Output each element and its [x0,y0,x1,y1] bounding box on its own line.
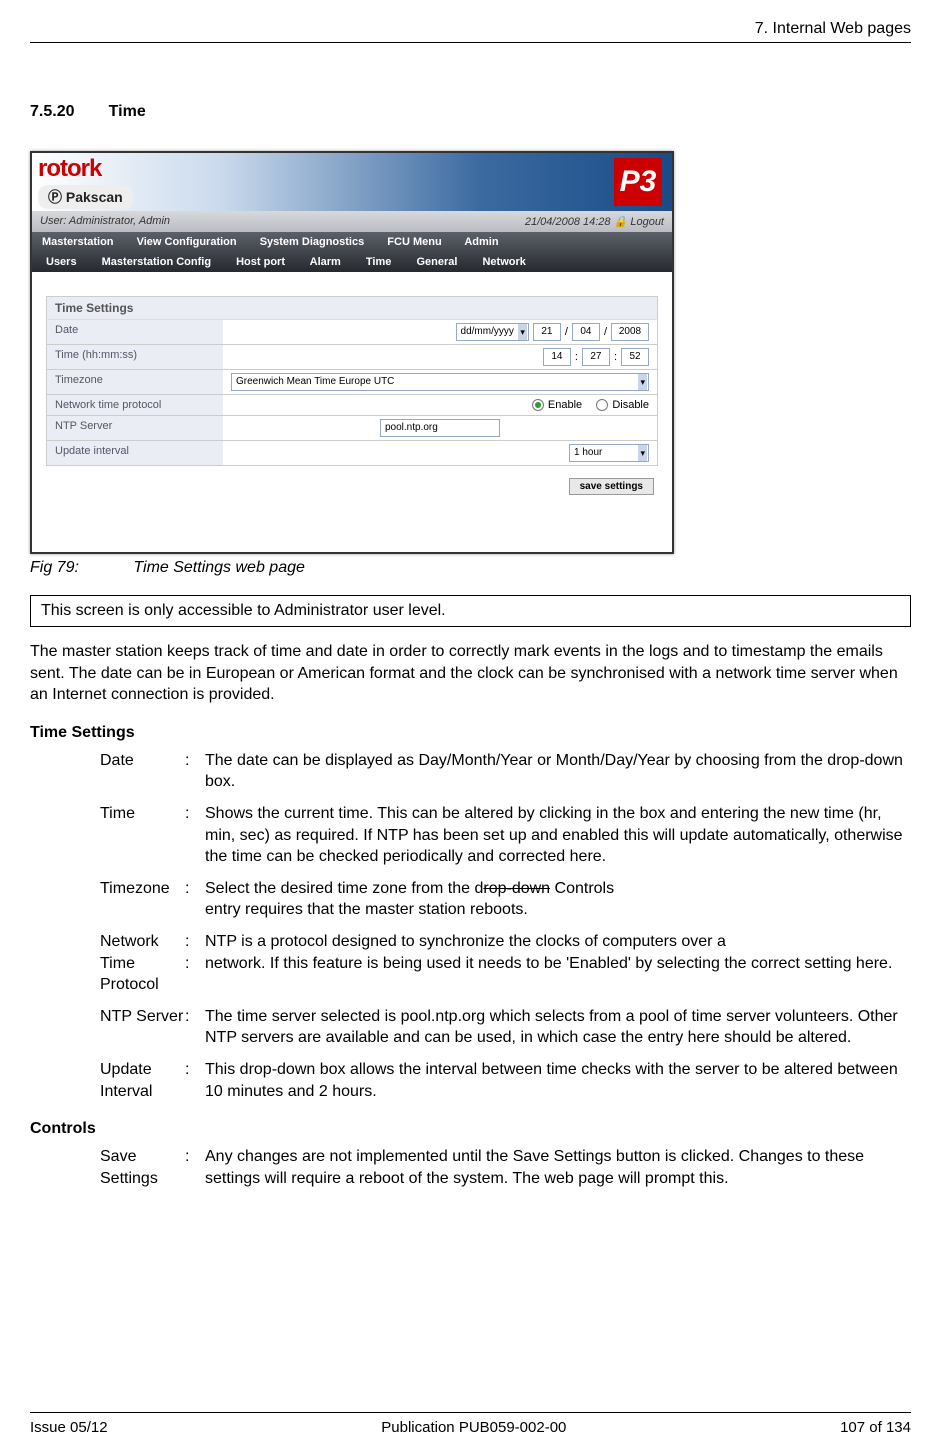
menu-item[interactable]: System Diagnostics [260,236,365,248]
main-menu: Masterstation View Configuration System … [32,232,672,252]
sub-menu: Users Masterstation Config Host port Ala… [32,252,672,272]
time-min[interactable]: 27 [582,348,610,366]
ntp-enable-radio[interactable] [532,399,544,411]
term-timezone: Timezone [30,878,185,900]
update-interval-select[interactable]: 1 hour [569,444,649,462]
panel-body: Time Settings Date dd/mm/yyyy 21 / 04 / … [32,272,672,552]
submenu-item[interactable]: Alarm [310,256,341,268]
user-info: User: Administrator, Admin [40,215,170,228]
banner: rotork Ⓟ Pakscan P3 [32,153,672,211]
submenu-item[interactable]: Network [482,256,525,268]
save-settings-button[interactable]: save settings [569,478,654,495]
date-month[interactable]: 04 [572,323,600,341]
term-ntp: Network TimeProtocol [30,931,185,996]
footer-right: 107 of 134 [840,1419,911,1436]
timezone-select[interactable]: Greenwich Mean Time Europe UTC [231,373,649,391]
term-update: Update Interval [30,1059,185,1102]
ntp-server-input[interactable]: pool.ntp.org [380,419,500,437]
date-format-select[interactable]: dd/mm/yyyy [456,323,529,341]
figure-caption: Fig 79: Time Settings web page [30,559,911,577]
row-label-tz: Timezone [47,370,223,394]
logo-rotork: rotork [38,155,133,183]
figure-number: Fig 79: [30,559,79,576]
submenu-item[interactable]: Users [46,256,77,268]
term-date: Date [30,750,185,772]
user-bar: User: Administrator, Admin 21/04/2008 14… [32,211,672,232]
row-label-ntp: Network time protocol [47,395,223,415]
ntp-enable-label: Enable [548,399,582,411]
ntp-disable-radio[interactable] [596,399,608,411]
figure-text: Time Settings web page [133,559,305,576]
term-time: Time [30,803,185,825]
term-ntpserver: NTP Server [30,1006,185,1028]
note-box: This screen is only accessible to Admini… [30,595,911,627]
menu-item[interactable]: Admin [464,236,498,248]
section-title: Time [109,103,146,120]
ntp-disable-label: Disable [612,399,649,411]
desc-ntpserver: The time server selected is pool.ntp.org… [205,1006,911,1049]
desc-ntp: NTP is a protocol designed to synchroniz… [205,931,911,974]
footer-left: Issue 05/12 [30,1419,108,1436]
submenu-item[interactable]: Time [366,256,391,268]
section-number: 7.5.20 [30,103,74,120]
date-day[interactable]: 21 [533,323,561,341]
row-label-date: Date [47,320,223,344]
desc-save: Any changes are not implemented until th… [205,1146,911,1189]
date-year[interactable]: 2008 [611,323,649,341]
logo-pakscan: Ⓟ Pakscan [38,185,133,209]
intro-paragraph: The master station keeps track of time a… [30,641,911,706]
desc-update: This drop-down box allows the interval b… [205,1059,911,1102]
screenshot-figure: rotork Ⓟ Pakscan P3 User: Administrator,… [30,151,674,554]
submenu-item[interactable]: Host port [236,256,285,268]
chapter-header: 7. Internal Web pages [30,20,911,38]
desc-time: Shows the current time. This can be alte… [205,803,911,868]
row-label-ntpserver: NTP Server [47,416,223,440]
user-right: 21/04/2008 14:28 🔒 Logout [525,215,664,228]
term-save: Save Settings [30,1146,185,1189]
controls-head: Controls [30,1120,911,1138]
time-sec[interactable]: 52 [621,348,649,366]
time-settings-head: Time Settings [30,724,911,742]
row-label-time: Time (hh:mm:ss) [47,345,223,369]
menu-item[interactable]: View Configuration [137,236,237,248]
row-label-update: Update interval [47,441,223,465]
header-rule [30,42,911,43]
section-heading: 7.5.20 Time [30,103,911,121]
menu-item[interactable]: FCU Menu [387,236,441,248]
page-footer: Issue 05/12 Publication PUB059-002-00 10… [30,1412,911,1436]
submenu-item[interactable]: General [416,256,457,268]
submenu-item[interactable]: Masterstation Config [102,256,211,268]
p3-logo: P3 [614,158,662,206]
panel-title: Time Settings [46,296,658,319]
desc-date: The date can be displayed as Day/Month/Y… [205,750,911,793]
desc-timezone: Select the desired time zone from the dr… [205,878,911,921]
footer-center: Publication PUB059-002-00 [381,1419,566,1436]
menu-item[interactable]: Masterstation [42,236,114,248]
time-hour[interactable]: 14 [543,348,571,366]
